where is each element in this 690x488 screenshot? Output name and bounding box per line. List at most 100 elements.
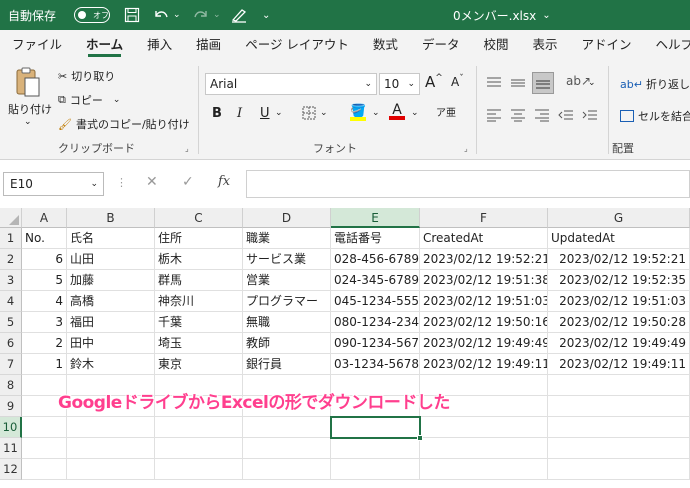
cell-e2[interactable]: 028-456-6789: [331, 249, 420, 270]
cell-a6[interactable]: 2: [22, 333, 67, 354]
row-header-4[interactable]: 4: [0, 291, 22, 312]
cell-c1[interactable]: 住所: [155, 228, 243, 249]
tab-draw[interactable]: 描画: [184, 30, 233, 60]
cell-d3[interactable]: 営業: [243, 270, 331, 291]
tab-page-layout[interactable]: ページ レイアウト: [233, 30, 361, 60]
cell-b7[interactable]: 鈴木: [67, 354, 155, 375]
tab-help[interactable]: ヘルプ: [644, 30, 690, 60]
cell-f6[interactable]: 2023/02/12 19:49:49: [420, 333, 548, 354]
cell-e4[interactable]: 045-1234-5555: [331, 291, 420, 312]
customize-toolbar-icon[interactable]: ⌄: [262, 0, 270, 30]
cell-a4[interactable]: 4: [22, 291, 67, 312]
shrink-font-button[interactable]: Aˇ: [451, 74, 464, 89]
draw-pen-icon[interactable]: [230, 0, 248, 30]
cell-g2[interactable]: 2023/02/12 19:52:21: [548, 249, 690, 270]
confirm-entry-icon[interactable]: ✓: [182, 174, 194, 190]
font-name-select[interactable]: Arial ⌄: [205, 73, 377, 95]
cell-f4[interactable]: 2023/02/12 19:51:03: [420, 291, 548, 312]
tab-insert[interactable]: 挿入: [135, 30, 184, 60]
row-header-8[interactable]: 8: [0, 375, 22, 396]
tab-addins[interactable]: アドイン: [569, 30, 643, 60]
cell-b6[interactable]: 田中: [67, 333, 155, 354]
cell-b1[interactable]: 氏名: [67, 228, 155, 249]
borders-dropdown-icon[interactable]: ⌄: [320, 108, 328, 118]
cell-f5[interactable]: 2023/02/12 19:50:16: [420, 312, 548, 333]
align-left-icon[interactable]: [486, 108, 502, 122]
column-header-b[interactable]: B: [67, 208, 155, 228]
column-header-g[interactable]: G: [548, 208, 690, 228]
cell-f2[interactable]: 2023/02/12 19:52:21: [420, 249, 548, 270]
file-name[interactable]: 0メンバー.xlsx ⌄: [453, 0, 551, 30]
tab-view[interactable]: 表示: [520, 30, 569, 60]
cell-b10[interactable]: [67, 417, 155, 438]
cell-g1[interactable]: UpdatedAt: [548, 228, 690, 249]
paste-icon[interactable]: [14, 66, 42, 98]
select-all-corner[interactable]: [0, 208, 22, 228]
name-box[interactable]: E10 ⌄: [3, 172, 104, 196]
redo-icon[interactable]: [192, 0, 210, 30]
column-header-a[interactable]: A: [22, 208, 67, 228]
row-header-9[interactable]: 9: [0, 396, 22, 417]
row-header-10[interactable]: 10: [0, 417, 22, 438]
cell-f7[interactable]: 2023/02/12 19:49:11: [420, 354, 548, 375]
cell-d6[interactable]: 教師: [243, 333, 331, 354]
row-header-7[interactable]: 7: [0, 354, 22, 375]
cell-c5[interactable]: 千葉: [155, 312, 243, 333]
align-center-icon[interactable]: [510, 108, 526, 122]
row-header-6[interactable]: 6: [0, 333, 22, 354]
row-header-5[interactable]: 5: [0, 312, 22, 333]
row-header-12[interactable]: 12: [0, 459, 22, 480]
font-color-dropdown-icon[interactable]: ⌄: [411, 108, 419, 118]
cell-d10[interactable]: [243, 417, 331, 438]
cell-g6[interactable]: 2023/02/12 19:49:49: [548, 333, 690, 354]
cell-g8[interactable]: [548, 375, 690, 396]
paste-dropdown-icon[interactable]: ⌄: [24, 117, 32, 127]
cell-f1[interactable]: CreatedAt: [420, 228, 548, 249]
cell-b3[interactable]: 加藤: [67, 270, 155, 291]
redo-dropdown-icon[interactable]: ⌄: [213, 0, 221, 30]
cell-d7[interactable]: 銀行員: [243, 354, 331, 375]
cell-b2[interactable]: 山田: [67, 249, 155, 270]
column-header-c[interactable]: C: [155, 208, 243, 228]
cell-d4[interactable]: プログラマー: [243, 291, 331, 312]
undo-icon[interactable]: [152, 0, 170, 30]
cell-c12[interactable]: [155, 459, 243, 480]
cell-c6[interactable]: 埼玉: [155, 333, 243, 354]
save-icon[interactable]: [124, 0, 140, 30]
font-size-select[interactable]: 10 ⌄: [379, 73, 420, 95]
orientation-dropdown-icon[interactable]: ⌄: [588, 78, 596, 88]
borders-icon[interactable]: [302, 106, 316, 120]
row-header-3[interactable]: 3: [0, 270, 22, 291]
cell-c11[interactable]: [155, 438, 243, 459]
cell-a3[interactable]: 5: [22, 270, 67, 291]
align-right-icon[interactable]: [534, 108, 550, 122]
paste-button[interactable]: 貼り付け: [8, 101, 52, 117]
cell-a5[interactable]: 3: [22, 312, 67, 333]
cell-b5[interactable]: 福田: [67, 312, 155, 333]
cell-d11[interactable]: [243, 438, 331, 459]
cell-a11[interactable]: [22, 438, 67, 459]
spreadsheet-grid[interactable]: A B C D E F G 1 No. 氏名 住所 職業 電話番号 CreatedAt UpdatedAt 2…: [0, 208, 690, 488]
align-top-icon[interactable]: [486, 76, 502, 90]
clipboard-launcher-icon[interactable]: ⌟: [185, 144, 189, 153]
cell-c2[interactable]: 栃木: [155, 249, 243, 270]
autosave-toggle[interactable]: オフ: [74, 7, 110, 23]
underline-dropdown-icon[interactable]: ⌄: [275, 108, 283, 118]
wrap-text-button[interactable]: ab↵折り返して: [620, 76, 690, 92]
row-header-1[interactable]: 1: [0, 228, 22, 249]
cell-f10[interactable]: [420, 417, 548, 438]
cell-e1[interactable]: 電話番号: [331, 228, 420, 249]
cell-g4[interactable]: 2023/02/12 19:51:03: [548, 291, 690, 312]
tab-home[interactable]: ホーム: [74, 30, 135, 60]
row-header-11[interactable]: 11: [0, 438, 22, 459]
cell-a12[interactable]: [22, 459, 67, 480]
cell-e3[interactable]: 024-345-6789: [331, 270, 420, 291]
italic-button[interactable]: I: [237, 106, 242, 121]
cell-d2[interactable]: サービス業: [243, 249, 331, 270]
row-header-2[interactable]: 2: [0, 249, 22, 270]
cell-e5[interactable]: 080-1234-2345: [331, 312, 420, 333]
cell-g12[interactable]: [548, 459, 690, 480]
fill-handle[interactable]: [417, 435, 423, 441]
cell-g7[interactable]: 2023/02/12 19:49:11: [548, 354, 690, 375]
cell-e7[interactable]: 03-1234-5678: [331, 354, 420, 375]
